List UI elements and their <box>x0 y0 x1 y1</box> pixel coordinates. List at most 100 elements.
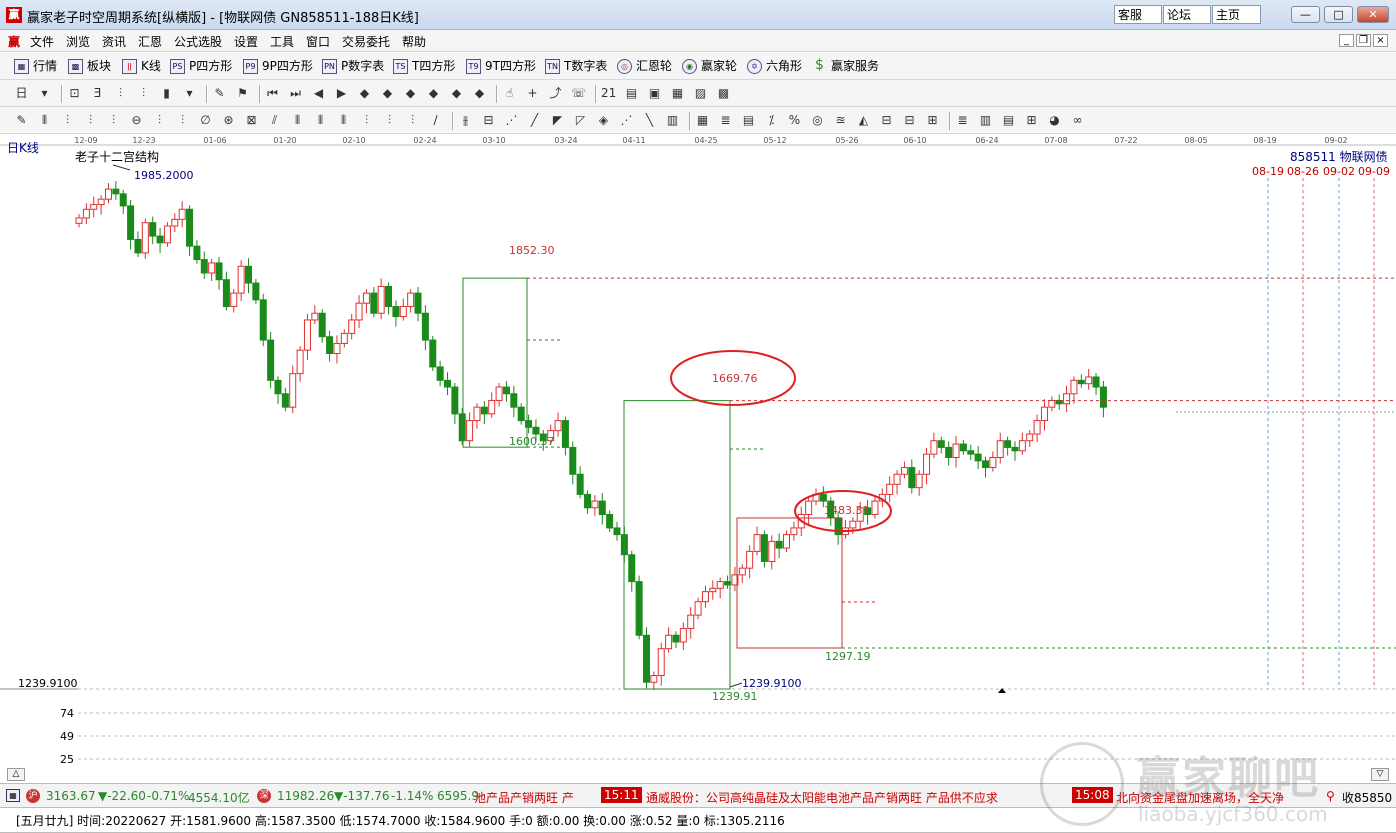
toolbar2-tool-29-icon[interactable]: ▩ <box>716 86 731 101</box>
tb-sector-button[interactable]: ▩ 板块 <box>68 58 111 75</box>
toolbar3-tool-26-icon[interactable]: ⋰ <box>619 113 634 128</box>
minimize-button[interactable]: — <box>1291 6 1320 23</box>
toolbar3-tool-45-icon[interactable]: ∞ <box>1070 113 1085 128</box>
toolbar2-tool-5-icon[interactable]: ⫶ <box>136 86 151 101</box>
toolbar3-tool-37-icon[interactable]: ⊟ <box>879 113 894 128</box>
mdi-minimize-button[interactable]: _ <box>1339 34 1354 47</box>
toolbar3-tool-0-icon[interactable]: ✎ <box>14 113 29 128</box>
tb-win-wheel-button[interactable]: ◉ 赢家轮 <box>682 58 737 75</box>
mdi-restore-button[interactable]: ❐ <box>1356 34 1371 47</box>
toolbar2-tool-0-icon[interactable]: 日 <box>14 86 29 101</box>
toolbar3-tool-39-icon[interactable]: ⊞ <box>925 113 940 128</box>
toolbar2-tool-20-icon[interactable]: ☝ <box>502 86 517 101</box>
alert-icon[interactable]: ⚲ <box>1326 789 1335 803</box>
toolbar3-tool-42-icon[interactable]: ▤ <box>1001 113 1016 128</box>
toolbar2-tool-19-icon[interactable]: ◆ <box>472 86 487 101</box>
toolbar3-tool-23-icon[interactable]: ◤ <box>550 113 565 128</box>
toolbar3-tool-35-icon[interactable]: ≊ <box>833 113 848 128</box>
kline-chart[interactable]: 12-09 12-23 01-06 01-20 02-10 02-24 03-10 03-24… <box>0 134 1396 782</box>
toolbar3-tool-21-icon[interactable]: ⋰ <box>504 113 519 128</box>
tb-tsquare-button[interactable]: TS T四方形 <box>393 58 455 75</box>
menu-huien[interactable]: 汇恩 <box>138 33 162 50</box>
toolbar2-tool-14-icon[interactable]: ◆ <box>357 86 372 101</box>
menu-settings[interactable]: 设置 <box>234 33 258 50</box>
toolbar3-tool-31-icon[interactable]: ▤ <box>741 113 756 128</box>
toolbar2-tool-26-icon[interactable]: ▣ <box>647 86 662 101</box>
tb-9tsquare-button[interactable]: T9 9T四方形 <box>466 58 536 75</box>
index-grid-icon[interactable]: ▦ <box>6 789 20 802</box>
toolbar3-tool-7-icon[interactable]: ⫶ <box>175 113 190 128</box>
menu-window[interactable]: 窗口 <box>306 33 330 50</box>
news-item-1[interactable]: 通威股份：公司高纯晶硅及太阳能电池产品产销两旺 产品供不应求 <box>646 789 998 806</box>
toolbar2-tool-8-icon[interactable]: ✎ <box>212 86 227 101</box>
toolbar2-tool-22-icon[interactable]: ⤴ <box>548 86 563 101</box>
toolbar2-tool-7-icon[interactable]: ▾ <box>182 86 197 101</box>
toolbar3-tool-40-icon[interactable]: ≣ <box>955 113 970 128</box>
toolbar3-tool-12-icon[interactable]: ⫴ <box>290 113 305 128</box>
toolbar3-tool-5-icon[interactable]: ⊖ <box>129 113 144 128</box>
toolbar3-tool-13-icon[interactable]: ⫴ <box>313 113 328 128</box>
toolbar2-tool-18-icon[interactable]: ◆ <box>449 86 464 101</box>
toolbar3-tool-16-icon[interactable]: ⫶ <box>382 113 397 128</box>
menu-tools[interactable]: 工具 <box>270 33 294 50</box>
toolbar3-tool-29-icon[interactable]: ▦ <box>695 113 710 128</box>
kefu-link[interactable]: 客服 <box>1114 5 1162 24</box>
scroll-up-button[interactable]: △ <box>7 768 25 781</box>
toolbar2-tool-23-icon[interactable]: ☏ <box>571 86 586 101</box>
toolbar3-tool-30-icon[interactable]: ≣ <box>718 113 733 128</box>
sh-index-value[interactable]: 3163.67 <box>46 789 96 803</box>
toolbar2-tool-9-icon[interactable]: ⚑ <box>235 86 250 101</box>
toolbar3-tool-27-icon[interactable]: ╲ <box>642 113 657 128</box>
toolbar3-tool-10-icon[interactable]: ⊠ <box>244 113 259 128</box>
tb-tnumber-button[interactable]: TN T数字表 <box>545 58 607 75</box>
toolbar3-tool-14-icon[interactable]: ⫴ <box>336 113 351 128</box>
toolbar2-tool-27-icon[interactable]: ▦ <box>670 86 685 101</box>
toolbar2-tool-12-icon[interactable]: ◀ <box>311 86 326 101</box>
toolbar2-tool-24-icon[interactable]: 21 <box>601 86 616 101</box>
toolbar3-tool-1-icon[interactable]: ⫴ <box>37 113 52 128</box>
toolbar3-tool-18-icon[interactable]: ∕ <box>428 113 443 128</box>
tb-9psquare-button[interactable]: P9 9P四方形 <box>243 58 313 75</box>
tb-kline-button[interactable]: ǀǀ K线 <box>122 58 161 75</box>
menu-app-icon[interactable]: 赢 <box>8 33 20 50</box>
toolbar2-tool-15-icon[interactable]: ◆ <box>380 86 395 101</box>
chart-area[interactable]: 12-09 12-23 01-06 01-20 02-10 02-24 03-10 03-24… <box>0 134 1396 782</box>
toolbar3-tool-41-icon[interactable]: ▥ <box>978 113 993 128</box>
toolbar3-tool-8-icon[interactable]: ∅ <box>198 113 213 128</box>
toolbar2-tool-1-icon[interactable]: ▾ <box>37 86 52 101</box>
toolbar3-tool-11-icon[interactable]: ⫽ <box>267 113 282 128</box>
toolbar3-tool-6-icon[interactable]: ⫶ <box>152 113 167 128</box>
toolbar3-tool-24-icon[interactable]: ◸ <box>573 113 588 128</box>
forum-link[interactable]: 论坛 <box>1163 5 1211 24</box>
close-button[interactable]: ✕ <box>1357 6 1389 23</box>
toolbar2-tool-11-icon[interactable]: ⏭ <box>288 86 303 101</box>
toolbar3-tool-22-icon[interactable]: ╱ <box>527 113 542 128</box>
toolbar2-tool-13-icon[interactable]: ▶ <box>334 86 349 101</box>
tb-pnumber-button[interactable]: PN P数字表 <box>322 58 384 75</box>
toolbar3-tool-19-icon[interactable]: ⫵ <box>458 113 473 128</box>
tb-service-button[interactable]: $ 赢家服务 <box>812 58 879 75</box>
toolbar3-tool-43-icon[interactable]: ⊞ <box>1024 113 1039 128</box>
toolbar3-tool-15-icon[interactable]: ⫶ <box>359 113 374 128</box>
toolbar2-tool-21-icon[interactable]: + <box>525 86 540 101</box>
toolbar3-tool-34-icon[interactable]: ◎ <box>810 113 825 128</box>
toolbar3-tool-32-icon[interactable]: ⁒ <box>764 113 779 128</box>
toolbar3-tool-2-icon[interactable]: ⫶ <box>60 113 75 128</box>
toolbar3-tool-36-icon[interactable]: ◭ <box>856 113 871 128</box>
toolbar3-tool-28-icon[interactable]: ▥ <box>665 113 680 128</box>
toolbar2-tool-3-icon[interactable]: Ǝ <box>90 86 105 101</box>
scroll-down-button[interactable]: ▽ <box>1371 768 1389 781</box>
toolbar2-tool-10-icon[interactable]: ⏮ <box>265 86 280 101</box>
tb-hexagon-button[interactable]: ✡ 六角形 <box>747 58 802 75</box>
menu-browse[interactable]: 浏览 <box>66 33 90 50</box>
toolbar2-tool-17-icon[interactable]: ◆ <box>426 86 441 101</box>
sz-index-value[interactable]: 11982.26 <box>277 789 334 803</box>
tb-quotes-button[interactable]: ▦ 行情 <box>14 58 57 75</box>
menu-info[interactable]: 资讯 <box>102 33 126 50</box>
news-item-2[interactable]: 北向资金尾盘加速离场，全天净 <box>1116 789 1284 806</box>
mdi-close-button[interactable]: × <box>1373 34 1388 47</box>
toolbar3-tool-9-icon[interactable]: ⊛ <box>221 113 236 128</box>
toolbar2-tool-4-icon[interactable]: ⫶ <box>113 86 128 101</box>
toolbar2-tool-28-icon[interactable]: ▨ <box>693 86 708 101</box>
home-link[interactable]: 主页 <box>1212 5 1261 24</box>
